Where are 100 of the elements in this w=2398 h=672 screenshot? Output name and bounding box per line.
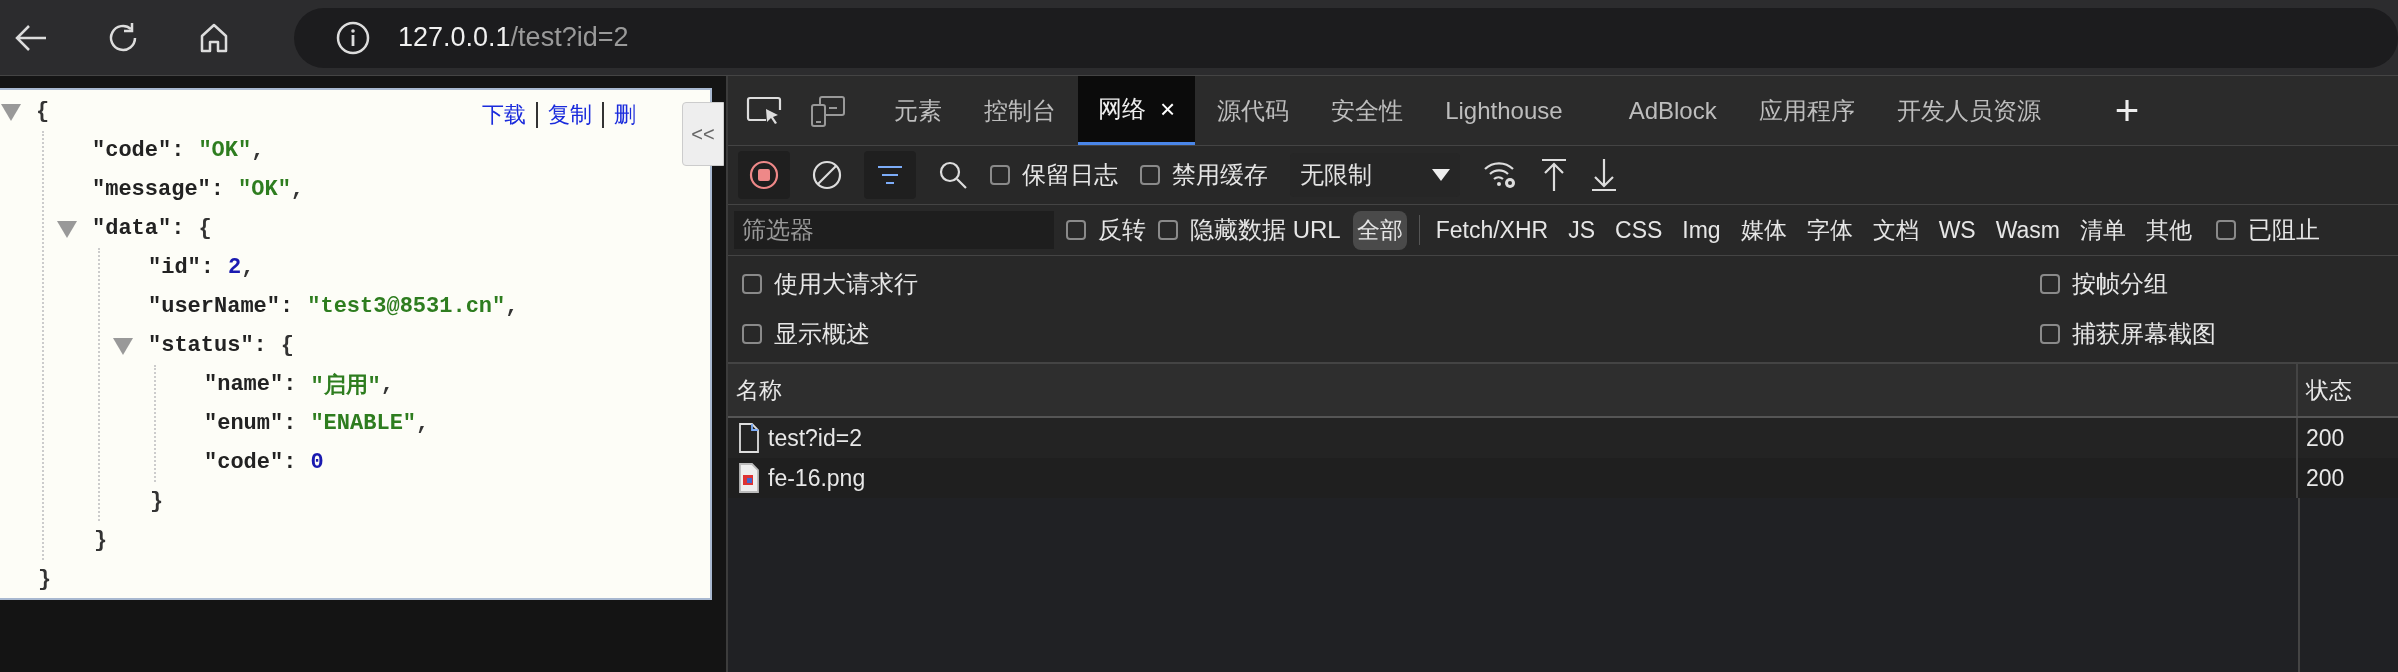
brace: { <box>36 99 50 124</box>
upload-icon[interactable] <box>1540 158 1568 192</box>
checkbox-label: 捕获屏幕截图 <box>2072 319 2216 349</box>
brace: { <box>280 333 295 358</box>
type-filter[interactable]: 媒体 <box>1736 210 1791 250</box>
stop-record-icon <box>749 160 779 190</box>
clear-icon[interactable] <box>812 160 842 190</box>
type-filter[interactable]: 清单 <box>2076 210 2131 250</box>
checkbox[interactable] <box>1140 165 1160 185</box>
json-value: "启用" <box>310 372 381 400</box>
checkbox[interactable] <box>2040 274 2060 294</box>
json-value: 0 <box>310 450 324 475</box>
checkbox[interactable] <box>1158 220 1178 240</box>
checkbox-label: 显示概述 <box>774 319 870 349</box>
checkbox[interactable] <box>742 324 762 344</box>
address-bar[interactable]: 127.0.0.1/test?id=2 <box>294 7 2398 68</box>
checkbox-label: 保留日志 <box>1022 160 1118 190</box>
inspect-icon[interactable] <box>746 94 782 127</box>
json-key: "code": <box>204 450 297 475</box>
checkbox-label: 已阻止 <box>2248 215 2321 245</box>
json-value: "OK" <box>238 177 291 202</box>
request-name[interactable]: fe-16.png <box>768 464 866 492</box>
home-icon[interactable] <box>198 21 230 54</box>
json-key: "status": <box>148 333 267 358</box>
checkbox-label: 禁用缓存 <box>1172 160 1268 190</box>
type-filter[interactable]: 字体 <box>1802 210 1857 250</box>
type-filter[interactable]: Fetch/XHR <box>1431 212 1553 248</box>
type-filter[interactable]: 文档 <box>1868 210 1923 250</box>
toggle-icon[interactable] <box>56 218 78 239</box>
table-cell-text: 200 <box>2305 463 2346 493</box>
json-key: "data": <box>92 216 185 241</box>
json-key: "enum": <box>204 411 297 436</box>
type-filter[interactable]: 其他 <box>2142 210 2197 250</box>
tab[interactable]: 应用程序 <box>1738 76 1875 145</box>
tab[interactable]: AdBlock <box>1584 76 1737 145</box>
checkbox[interactable] <box>2040 324 2060 344</box>
comma: , <box>241 255 255 280</box>
type-filter[interactable]: 全部 <box>1352 210 1407 250</box>
tab[interactable]: 安全性 <box>1311 76 1424 145</box>
url-text: 127.0.0.1/test?id=2 <box>398 22 629 53</box>
brace: } <box>150 489 164 514</box>
json-value: "ENABLE" <box>310 411 417 436</box>
json-value: 2 <box>228 255 242 280</box>
image-file-icon <box>738 463 760 493</box>
tab[interactable]: 元素 <box>874 76 962 145</box>
info-icon[interactable] <box>336 20 370 55</box>
comma: , <box>505 294 519 319</box>
close-icon[interactable]: × <box>1160 93 1176 125</box>
back-icon[interactable] <box>14 22 48 53</box>
comma: , <box>290 177 305 202</box>
json-value: "test3@8531.cn" <box>307 294 506 319</box>
json-key: "message": <box>92 177 225 202</box>
type-filter[interactable]: JS <box>1564 212 1599 248</box>
collapse-button[interactable]: << <box>682 102 724 166</box>
tab[interactable]: 开发人员资源 <box>1876 76 2061 145</box>
checkbox[interactable] <box>990 165 1010 185</box>
action-link[interactable]: 下载 <box>482 100 526 130</box>
checkbox[interactable] <box>742 274 762 294</box>
json-key: "name": <box>204 372 297 397</box>
json-key: "userName": <box>148 294 294 319</box>
checkbox-label: 隐藏数据 URL <box>1190 215 1341 245</box>
action-link[interactable]: 删 <box>614 100 636 130</box>
download-icon[interactable] <box>1590 158 1618 192</box>
table-cell-text: 200 <box>2305 423 2346 453</box>
filter-icon <box>876 164 904 186</box>
tab[interactable]: 控制台 <box>964 76 1076 145</box>
checkbox[interactable] <box>2216 220 2237 240</box>
type-filter[interactable]: CSS <box>1611 212 1667 248</box>
comma: , <box>380 372 395 397</box>
tab[interactable]: 源代码 <box>1197 76 1310 145</box>
checkbox-label: 反转 <box>1098 215 1146 245</box>
column-header[interactable]: 名称 <box>728 364 2298 416</box>
type-filter[interactable]: Img <box>1678 212 1725 248</box>
caret-icon <box>1432 169 1450 181</box>
comma: , <box>416 411 430 436</box>
filter-button[interactable] <box>864 151 916 199</box>
checkbox-label: 按帧分组 <box>2072 269 2168 299</box>
tab[interactable]: 网络 × <box>1078 76 1196 145</box>
device-icon[interactable] <box>810 94 846 127</box>
record-button[interactable] <box>738 151 790 199</box>
brace: { <box>198 216 212 241</box>
brace: } <box>38 567 52 592</box>
network-settings-icon[interactable] <box>1482 159 1518 191</box>
checkbox-label: 使用大请求行 <box>774 269 918 299</box>
type-filter[interactable]: Wasm <box>1991 212 2065 248</box>
type-filter[interactable]: WS <box>1934 212 1980 248</box>
tab[interactable]: Lighthouse <box>1425 76 1583 145</box>
json-key: "code": <box>92 138 185 163</box>
search-icon[interactable] <box>938 160 968 190</box>
toggle-icon[interactable] <box>112 335 134 356</box>
comma: , <box>251 138 265 163</box>
brace: } <box>94 528 108 553</box>
column-header[interactable]: 状态 <box>2298 364 2398 416</box>
toggle-icon[interactable] <box>0 101 22 122</box>
filter-field[interactable]: 筛选器 <box>734 211 1054 249</box>
json-key: "id": <box>148 255 214 280</box>
action-link[interactable]: 复制 <box>548 100 592 130</box>
request-name[interactable]: test?id=2 <box>768 424 862 452</box>
checkbox[interactable] <box>1066 220 1086 240</box>
add-tab-button[interactable]: + <box>2114 86 2140 135</box>
